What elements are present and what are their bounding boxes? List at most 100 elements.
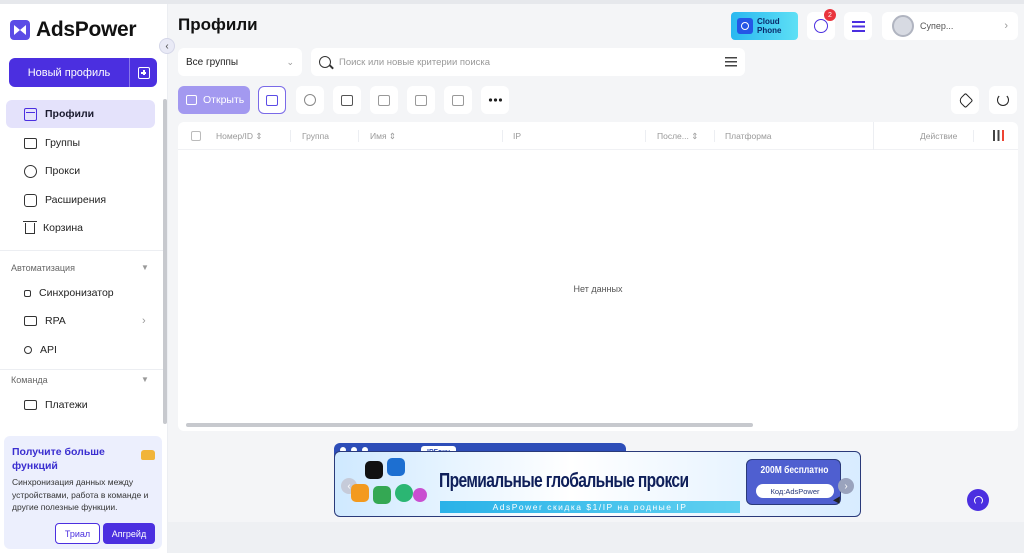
collapse-sidebar-button[interactable]: ‹ [159, 38, 175, 54]
batch-add-button[interactable] [129, 58, 157, 87]
sidebar-item-label: RPA [45, 315, 66, 327]
sidebar-item-extensions[interactable]: Расширения [6, 186, 155, 214]
column-label: Действие [920, 131, 958, 141]
search-bar [311, 48, 745, 76]
banner-cta-text: 200M бесплатно [760, 465, 829, 476]
chevron-down-icon[interactable]: ▼ [141, 263, 149, 272]
refresh-icon [997, 94, 1009, 106]
amazon-icon [351, 484, 369, 502]
open-browser-icon [186, 95, 197, 105]
column-settings-icon[interactable] [993, 130, 1004, 141]
tasks-button[interactable] [844, 12, 872, 40]
column-label: Номер/ID [216, 131, 254, 141]
tags-button[interactable] [951, 86, 979, 114]
sidebar-item-label: Расширения [45, 194, 107, 206]
sidebar-item-synchronizer[interactable]: Синхронизатор [6, 279, 155, 307]
upload-icon [341, 94, 353, 106]
select-all-checkbox[interactable] [191, 131, 201, 141]
filter-settings-icon[interactable] [725, 57, 737, 67]
open-label: Открыть [203, 94, 245, 106]
column-label: Группа [302, 131, 329, 141]
column-divider [645, 130, 646, 142]
column-label: IP [513, 131, 522, 141]
section-title-automation[interactable]: Автоматизация [11, 263, 75, 273]
google-icon [373, 486, 391, 504]
notifications-button[interactable]: 2 [807, 9, 836, 40]
new-profile-button[interactable]: Новый профиль [9, 58, 157, 87]
extension-icon [24, 193, 37, 207]
column-header-action: Действие [920, 122, 957, 150]
cloud-phone-button[interactable]: Cloud Phone [731, 12, 798, 40]
column-divider [973, 130, 974, 142]
ad-banner[interactable]: IPFoxy ‹ Премиальные глобальные прокси A… [334, 443, 861, 517]
banner-cta[interactable]: 200M бесплатно Код:AdsPower [746, 459, 841, 505]
sidebar-item-rpa[interactable]: RPA › [6, 307, 155, 335]
fixed-column-divider [873, 122, 874, 150]
tag-icon [957, 92, 973, 108]
sidebar-item-proxies[interactable]: Прокси [6, 157, 155, 185]
chevron-down-icon[interactable]: ▼ [141, 375, 149, 384]
delete-button[interactable] [444, 86, 472, 114]
group-select[interactable]: Все группы ⌄ [178, 48, 302, 76]
user-menu[interactable]: Супер... › [882, 12, 1018, 40]
divider [0, 250, 168, 251]
sidebar-item-label: API [40, 344, 57, 356]
sidebar-scrollbar[interactable] [163, 99, 167, 424]
page-title: Профили [178, 15, 258, 34]
cloud-phone-icon [737, 18, 753, 34]
robot-icon [266, 94, 278, 106]
banner-subtitle: AdsPower скидка $1/IP на родные IP [440, 501, 740, 513]
banner-next-icon[interactable]: › [838, 478, 854, 494]
group-select-value: Все группы [186, 56, 239, 68]
map-pin-icon [413, 488, 427, 502]
sidebar-item-payments[interactable]: Платежи [6, 391, 155, 419]
tiktok-icon [365, 461, 383, 479]
robot-button[interactable] [258, 86, 286, 114]
column-header-last-opened[interactable]: После... ⇕ [657, 122, 698, 150]
sidebar-item-api[interactable]: API [6, 336, 155, 364]
api-icon [24, 346, 32, 354]
close-browser-button[interactable] [296, 86, 324, 114]
sidebar-item-trash[interactable]: Корзина [6, 214, 155, 242]
trial-button[interactable]: Триал [55, 523, 100, 544]
notification-badge: 2 [824, 9, 836, 21]
move-to-group-button[interactable] [370, 86, 398, 114]
sidebar-item-groups[interactable]: Группы [6, 129, 155, 157]
open-button[interactable]: Открыть [178, 86, 250, 114]
more-button[interactable] [481, 86, 509, 114]
chevron-down-icon: ⌄ [286, 56, 294, 67]
new-profile-label[interactable]: Новый профиль [9, 58, 129, 87]
promo-title: Получите больше функций [12, 446, 105, 472]
column-header-group: Группа [302, 122, 329, 150]
list-icon [851, 20, 865, 32]
column-label: Платформа [725, 131, 772, 141]
upload-button[interactable] [333, 86, 361, 114]
sidebar: AdsPower Новый профиль Профили Группы Пр… [0, 4, 168, 553]
sidebar-item-label: Корзина [43, 222, 83, 234]
rpa-icon [24, 316, 37, 326]
trash-icon [452, 94, 464, 106]
proxy-icon [24, 164, 37, 178]
column-label: Имя [370, 131, 387, 141]
refresh-button[interactable] [989, 86, 1017, 114]
sidebar-item-profiles[interactable]: Профили [6, 100, 155, 128]
move-icon [378, 94, 390, 106]
support-chat-button[interactable] [967, 489, 989, 511]
divider [0, 369, 168, 370]
column-divider [358, 130, 359, 142]
column-header-name[interactable]: Имя ⇕ [370, 122, 396, 150]
table-horizontal-scrollbar[interactable] [186, 423, 753, 427]
column-header-id[interactable]: Номер/ID ⇕ [216, 122, 263, 150]
sidebar-item-label: Платежи [45, 399, 88, 411]
profiles-table: Номер/ID ⇕ Группа Имя ⇕ IP После... ⇕ Пл… [178, 122, 1018, 431]
sidebar-item-label: Группы [45, 137, 80, 149]
trash-icon [23, 220, 37, 234]
upgrade-button[interactable]: Апгрейд [103, 523, 155, 544]
plus-square-icon [137, 66, 150, 79]
search-input[interactable] [339, 56, 717, 68]
column-header-platform: Платформа [725, 122, 772, 150]
user-name: Супер... [920, 21, 954, 31]
sync-icon [24, 289, 31, 297]
export-button[interactable] [407, 86, 435, 114]
section-title-team[interactable]: Команда [11, 375, 48, 385]
